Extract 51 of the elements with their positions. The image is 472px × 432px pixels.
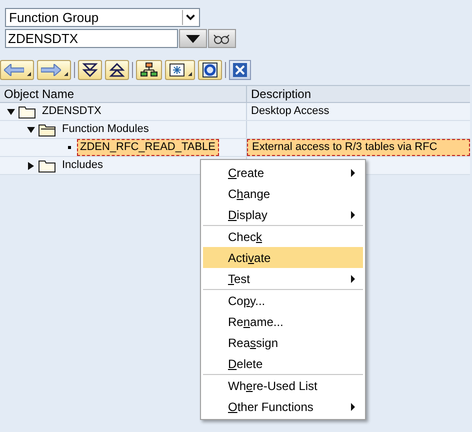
chevron-down-icon (182, 10, 198, 25)
object-type-dropdown[interactable]: Function Group (5, 8, 200, 27)
menu-item[interactable]: Check (203, 226, 363, 247)
dropdown-corner-icon (188, 72, 192, 76)
triangle-down-icon (186, 34, 200, 42)
submenu-arrow-icon (351, 210, 355, 218)
expand-caret-icon[interactable] (26, 160, 36, 170)
forward-button[interactable] (38, 61, 64, 79)
object-name-field[interactable]: ZDENSDTX (5, 29, 178, 48)
submenu-arrow-icon (351, 168, 355, 176)
menu-item[interactable]: Change (203, 183, 363, 204)
description-cell-text: External access to R/3 tables via RFC (252, 140, 438, 156)
menu-item[interactable]: Create (203, 162, 363, 183)
arrow-right-icon (41, 64, 61, 76)
submenu-arrow-icon (351, 274, 355, 282)
tree-node[interactable]: Includes (60, 158, 105, 173)
menu-item[interactable]: Copy... (203, 290, 363, 311)
double-chevron-up-icon (109, 63, 125, 77)
asterisk-icon (169, 63, 185, 77)
column-header[interactable]: Description (247, 86, 470, 102)
tree-node[interactable]: ZDENSDTX (40, 104, 104, 119)
hierarchy-icon (140, 62, 158, 78)
folder-icon (38, 122, 56, 136)
close-button[interactable] (229, 60, 251, 80)
glasses-icon (213, 32, 231, 44)
menu-item[interactable]: Reassign (203, 332, 363, 353)
dropdown-corner-icon (64, 72, 68, 76)
menu-item[interactable]: Display (203, 204, 363, 225)
collapse-all-button[interactable] (106, 61, 128, 79)
display-button[interactable] (208, 29, 236, 48)
description-cell-text: Desktop Access (251, 104, 330, 120)
menu-item[interactable]: Rename... (203, 311, 363, 332)
column-header[interactable]: Object Name (0, 86, 247, 102)
dropdown-corner-icon (27, 72, 31, 76)
dropdown-button[interactable] (179, 29, 207, 48)
menu-item[interactable]: Delete (203, 353, 363, 374)
tree-node[interactable]: ZDEN_RFC_READ_TABLE (77, 139, 218, 156)
close-icon (233, 63, 247, 77)
bullet-icon (68, 146, 71, 149)
back-button[interactable] (1, 61, 27, 79)
expand-caret-icon[interactable] (6, 106, 16, 116)
tree-node[interactable]: Function Modules (60, 122, 151, 137)
refresh-icon (202, 62, 218, 78)
menu-item[interactable]: Where-Used List (203, 375, 363, 396)
expand-caret-icon[interactable] (26, 124, 36, 134)
menu-item[interactable]: Test (203, 268, 363, 289)
menu-item[interactable]: Activate (203, 247, 363, 268)
double-chevron-down-icon (82, 63, 98, 77)
submenu-arrow-icon (351, 402, 355, 410)
menu-item[interactable]: Other Functions (203, 396, 363, 417)
arrow-left-icon (4, 64, 24, 76)
